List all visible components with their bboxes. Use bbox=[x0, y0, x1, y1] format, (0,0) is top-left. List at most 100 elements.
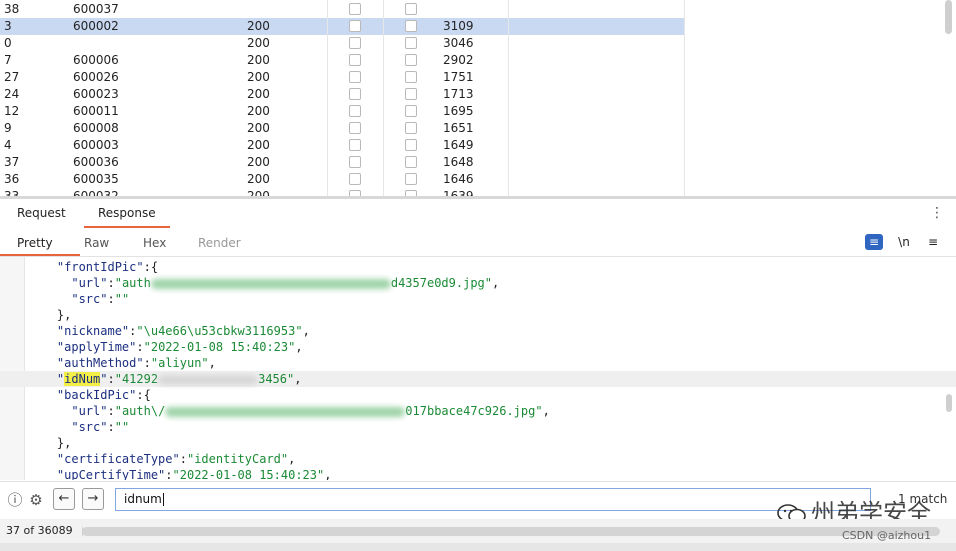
table-cell: 1751 bbox=[443, 70, 474, 84]
more-options-icon[interactable]: ⋮ bbox=[930, 205, 944, 221]
row-checkbox[interactable] bbox=[405, 71, 417, 83]
newline-toggle-icon[interactable]: \n bbox=[895, 234, 913, 250]
json-key: "url" bbox=[71, 276, 108, 290]
tab-pretty[interactable]: Pretty bbox=[17, 236, 53, 250]
progress-fill bbox=[82, 527, 83, 536]
row-checkbox[interactable] bbox=[405, 105, 417, 117]
wrap-lines-icon[interactable]: ≡ bbox=[865, 234, 883, 250]
table-row[interactable]: 24 600023 200 1713 bbox=[0, 86, 684, 103]
tab-response[interactable]: Response bbox=[98, 206, 156, 220]
row-checkbox[interactable] bbox=[349, 173, 361, 185]
code-line: "frontIdPic":{ bbox=[0, 259, 956, 275]
json-string: "41292 bbox=[114, 372, 159, 386]
table-cell: 600036 bbox=[73, 155, 119, 169]
editor-scrollbar[interactable] bbox=[946, 394, 952, 412]
row-checkbox[interactable] bbox=[405, 156, 417, 168]
code-punct: , bbox=[294, 372, 302, 386]
code-punct: , bbox=[208, 356, 216, 370]
table-cell: 1651 bbox=[443, 121, 474, 135]
table-cell: 600011 bbox=[73, 104, 119, 118]
search-input[interactable]: idnum bbox=[115, 488, 871, 511]
table-cell: 600008 bbox=[73, 121, 119, 135]
help-icon[interactable]: ⓘ bbox=[5, 490, 25, 510]
row-checkbox[interactable] bbox=[405, 139, 417, 151]
code-line: "nickname":"\u4e66\u53cbkw3116953", bbox=[0, 323, 956, 339]
table-cell: 1646 bbox=[443, 172, 474, 186]
table-row[interactable]: 27 600026 200 1751 bbox=[0, 69, 684, 86]
code-punct: : bbox=[143, 356, 151, 370]
tab-hex[interactable]: Hex bbox=[143, 236, 166, 250]
tab-raw[interactable]: Raw bbox=[84, 236, 109, 250]
row-checkbox[interactable] bbox=[405, 173, 417, 185]
table-cell: 9 bbox=[4, 121, 12, 135]
json-string: 017bbace47c926.jpg" bbox=[405, 404, 543, 418]
row-checkbox[interactable] bbox=[405, 3, 417, 15]
redacted-region bbox=[165, 406, 406, 417]
row-checkbox[interactable] bbox=[349, 122, 361, 134]
table-cell: 200 bbox=[247, 70, 270, 84]
row-checkbox[interactable] bbox=[405, 88, 417, 100]
table-cell: 3109 bbox=[443, 19, 474, 33]
code-line: "certificateType":"identityCard", bbox=[0, 451, 956, 467]
table-row[interactable]: 12 600011 200 1695 bbox=[0, 103, 684, 120]
tab-request[interactable]: Request bbox=[17, 206, 66, 220]
row-checkbox[interactable] bbox=[349, 156, 361, 168]
json-key: "applyTime" bbox=[56, 340, 137, 354]
view-tabs: Pretty Raw Hex Render ≡ \n ≡ bbox=[0, 230, 956, 257]
row-checkbox[interactable] bbox=[349, 3, 361, 15]
code-line: "applyTime":"2022-01-08 15:40:23", bbox=[0, 339, 956, 355]
gear-icon[interactable]: ⚙ bbox=[26, 490, 46, 510]
table-cell: 600006 bbox=[73, 53, 119, 67]
table-cell: 37 bbox=[4, 155, 20, 169]
row-checkbox[interactable] bbox=[405, 54, 417, 66]
code-line: "src":"" bbox=[0, 291, 956, 307]
row-checkbox[interactable] bbox=[349, 105, 361, 117]
row-checkbox[interactable] bbox=[405, 37, 417, 49]
results-scrollbar[interactable] bbox=[945, 0, 952, 34]
json-key: "nickname" bbox=[56, 324, 130, 338]
json-string: "aliyun" bbox=[150, 356, 209, 370]
code-punct: : bbox=[165, 468, 173, 480]
column-divider bbox=[327, 0, 328, 197]
table-row[interactable]: 36 600035 200 1646 bbox=[0, 171, 684, 188]
table-row[interactable]: 0 200 3046 bbox=[0, 35, 684, 52]
next-match-button[interactable]: → bbox=[82, 488, 104, 510]
json-string: "" bbox=[114, 420, 130, 434]
response-editor[interactable]: "frontIdPic":{ "url":"auth d4357e0d9.jpg"… bbox=[0, 257, 956, 480]
table-row[interactable]: 3 600002 200 3109 bbox=[0, 18, 684, 35]
row-checkbox[interactable] bbox=[349, 71, 361, 83]
table-row[interactable]: 37 600036 200 1648 bbox=[0, 154, 684, 171]
row-checkbox[interactable] bbox=[405, 20, 417, 32]
request-progress-count: 37 of 36089 bbox=[6, 524, 73, 537]
intruder-results-table: 33 600032 200 1639 36 600035 200 1646 37 600036 20… bbox=[0, 0, 956, 197]
table-row[interactable]: 7 600006 200 2902 bbox=[0, 52, 684, 69]
table-cell: 12 bbox=[4, 104, 20, 118]
table-row[interactable]: 4 600003 200 1649 bbox=[0, 137, 684, 154]
search-input-value: idnum bbox=[124, 492, 162, 506]
table-cell: 600026 bbox=[73, 70, 119, 84]
row-checkbox[interactable] bbox=[405, 122, 417, 134]
json-key: "src" bbox=[71, 420, 108, 434]
code-punct: , bbox=[288, 452, 296, 466]
row-checkbox[interactable] bbox=[349, 139, 361, 151]
table-cell: 600037 bbox=[73, 2, 119, 16]
row-checkbox[interactable] bbox=[349, 37, 361, 49]
table-cell: 1649 bbox=[443, 138, 474, 152]
table-cell: 200 bbox=[247, 104, 270, 118]
code-line: "url":"auth\/ 017bbace47c926.jpg", bbox=[0, 403, 956, 419]
tab-render[interactable]: Render bbox=[198, 236, 241, 250]
table-row[interactable]: 38 600037 bbox=[0, 1, 684, 18]
row-checkbox[interactable] bbox=[349, 54, 361, 66]
active-tab-indicator bbox=[84, 226, 170, 228]
table-cell: 200 bbox=[247, 53, 270, 67]
row-checkbox[interactable] bbox=[349, 20, 361, 32]
table-row[interactable]: 9 600008 200 1651 bbox=[0, 120, 684, 137]
table-cell: 3 bbox=[4, 19, 12, 33]
menu-icon[interactable]: ≡ bbox=[924, 234, 942, 250]
json-string: "auth\/ bbox=[114, 404, 166, 418]
row-checkbox[interactable] bbox=[349, 88, 361, 100]
previous-match-button[interactable]: ← bbox=[53, 488, 75, 510]
